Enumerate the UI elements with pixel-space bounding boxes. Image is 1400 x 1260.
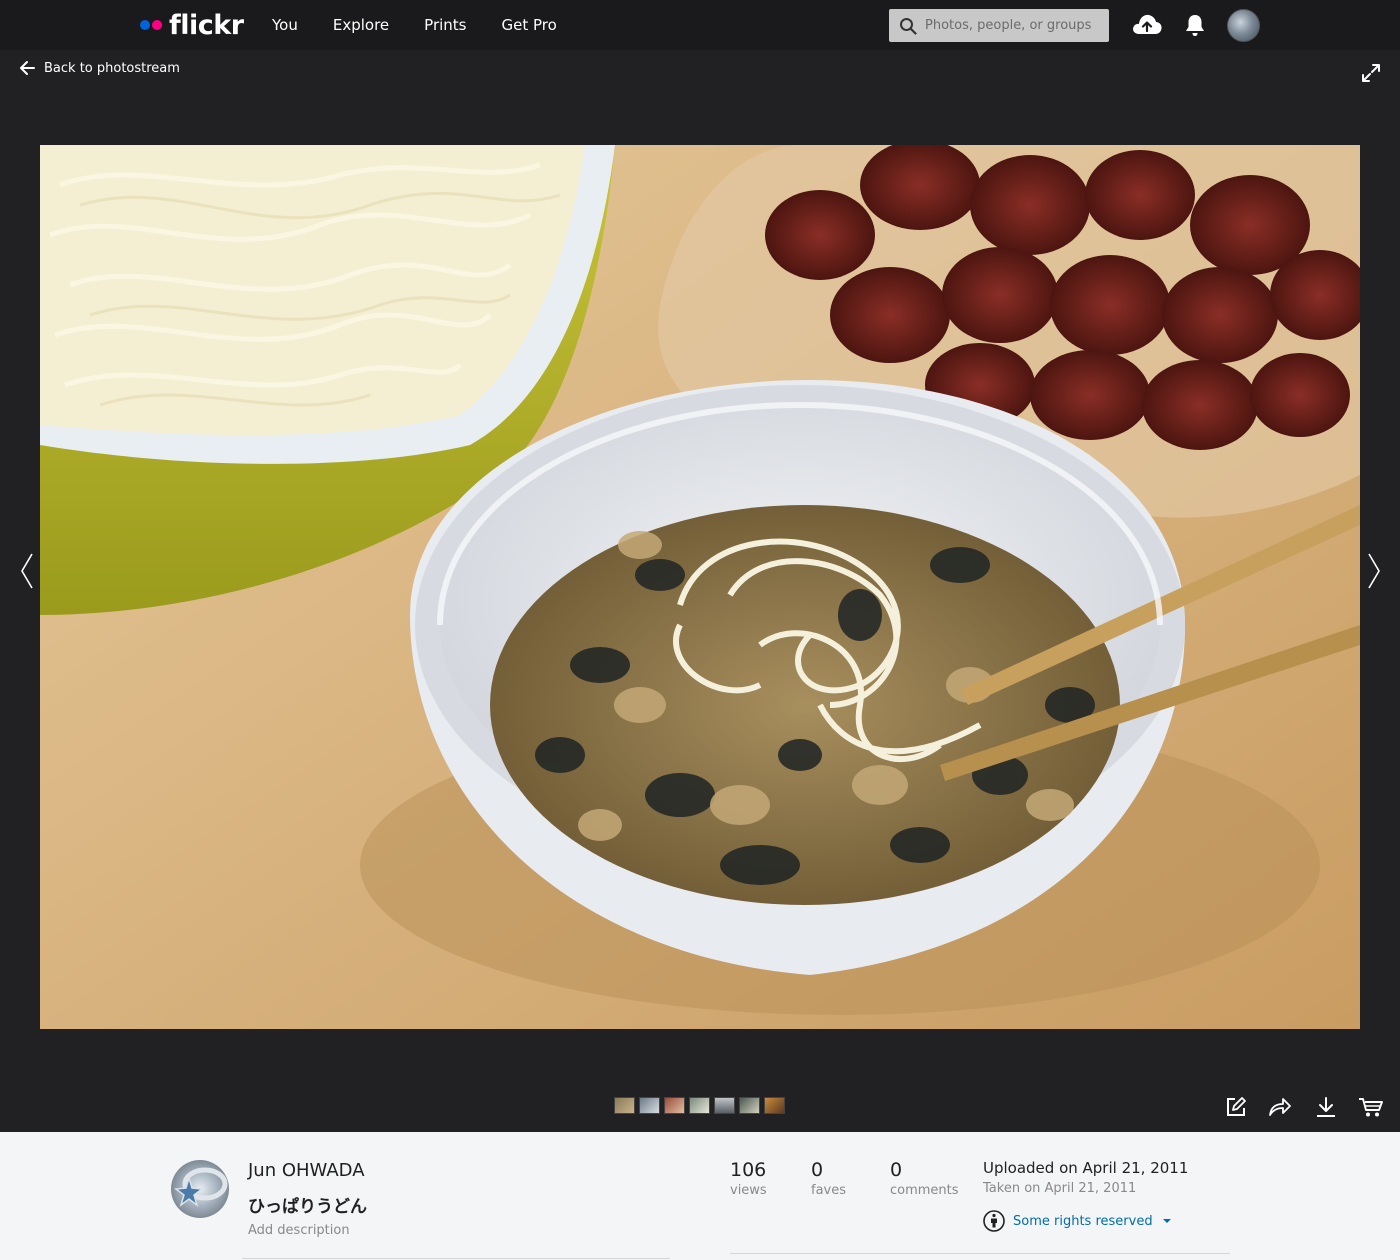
flickr-logo[interactable]: flickr xyxy=(140,9,244,41)
stat-comments: 0 comments xyxy=(890,1159,959,1198)
faves-label: faves xyxy=(811,1183,847,1198)
top-nav: flickr You Explore Prints Get Pro xyxy=(0,0,1400,50)
comments-count: 0 xyxy=(890,1159,903,1181)
divider xyxy=(730,1253,1230,1254)
filmstrip-thumb[interactable] xyxy=(714,1097,735,1114)
divider xyxy=(242,1258,670,1259)
main-nav: You Explore Prints Get Pro xyxy=(272,14,592,36)
back-label: Back to photostream xyxy=(44,60,180,76)
edit-icon[interactable] xyxy=(1225,1096,1247,1118)
owner-name-link[interactable]: Jun OHWADA xyxy=(248,1160,365,1181)
cart-icon[interactable] xyxy=(1358,1096,1384,1118)
photo-info-panel: Jun OHWADA ひっぱりうどん Add description 106 v… xyxy=(0,1132,1400,1260)
expand-icon[interactable] xyxy=(1360,62,1382,84)
main-photo[interactable] xyxy=(40,145,1360,1029)
search-icon xyxy=(900,17,917,35)
upload-icon[interactable] xyxy=(1131,12,1163,36)
faves-count: 0 xyxy=(811,1159,824,1181)
logo-wordmark: flickr xyxy=(169,9,244,41)
license-label: Some rights reserved xyxy=(1013,1213,1153,1229)
chevron-left-icon[interactable] xyxy=(18,552,36,590)
filmstrip-thumb[interactable] xyxy=(614,1097,635,1114)
caret-down-icon xyxy=(1162,1219,1171,1223)
views-label: views xyxy=(730,1183,767,1198)
filmstrip-thumb[interactable] xyxy=(639,1097,660,1114)
chevron-right-icon[interactable] xyxy=(1365,552,1383,590)
cc-by-icon xyxy=(983,1210,1005,1232)
filmstrip-thumb[interactable] xyxy=(739,1097,760,1114)
photo-title: ひっぱりうどん xyxy=(248,1197,367,1217)
nav-prints[interactable]: Prints xyxy=(424,14,466,36)
filmstrip-thumb[interactable] xyxy=(689,1097,710,1114)
nav-explore[interactable]: Explore xyxy=(333,14,389,36)
filmstrip-thumb[interactable] xyxy=(764,1097,785,1114)
add-description-link[interactable]: Add description xyxy=(248,1223,350,1238)
arrow-left-icon xyxy=(20,61,35,75)
user-avatar[interactable] xyxy=(1227,9,1260,42)
bell-icon[interactable] xyxy=(1184,13,1206,37)
nav-you[interactable]: You xyxy=(272,14,298,36)
photo-illustration xyxy=(40,145,1360,1029)
owner-avatar[interactable] xyxy=(171,1160,229,1218)
stat-views: 106 views xyxy=(730,1159,767,1198)
logo-dot-pink xyxy=(152,20,162,30)
nav-get-pro[interactable]: Get Pro xyxy=(501,14,556,36)
views-count: 106 xyxy=(730,1159,767,1181)
download-icon[interactable] xyxy=(1315,1096,1337,1118)
comments-label: comments xyxy=(890,1183,959,1198)
filmstrip-thumb[interactable] xyxy=(664,1097,685,1114)
star-ring-image xyxy=(174,1167,228,1207)
uploaded-date: Uploaded on April 21, 2011 xyxy=(983,1159,1189,1177)
logo-dot-blue xyxy=(140,20,150,30)
search-box[interactable] xyxy=(889,9,1109,42)
share-icon[interactable] xyxy=(1268,1096,1292,1118)
back-to-photostream-link[interactable]: Back to photostream xyxy=(18,58,180,78)
search-input[interactable] xyxy=(925,18,1095,33)
taken-date[interactable]: Taken on April 21, 2011 xyxy=(983,1181,1136,1196)
filmstrip xyxy=(614,1097,789,1114)
license-selector[interactable]: Some rights reserved xyxy=(983,1210,1175,1232)
stat-faves: 0 faves xyxy=(811,1159,846,1198)
